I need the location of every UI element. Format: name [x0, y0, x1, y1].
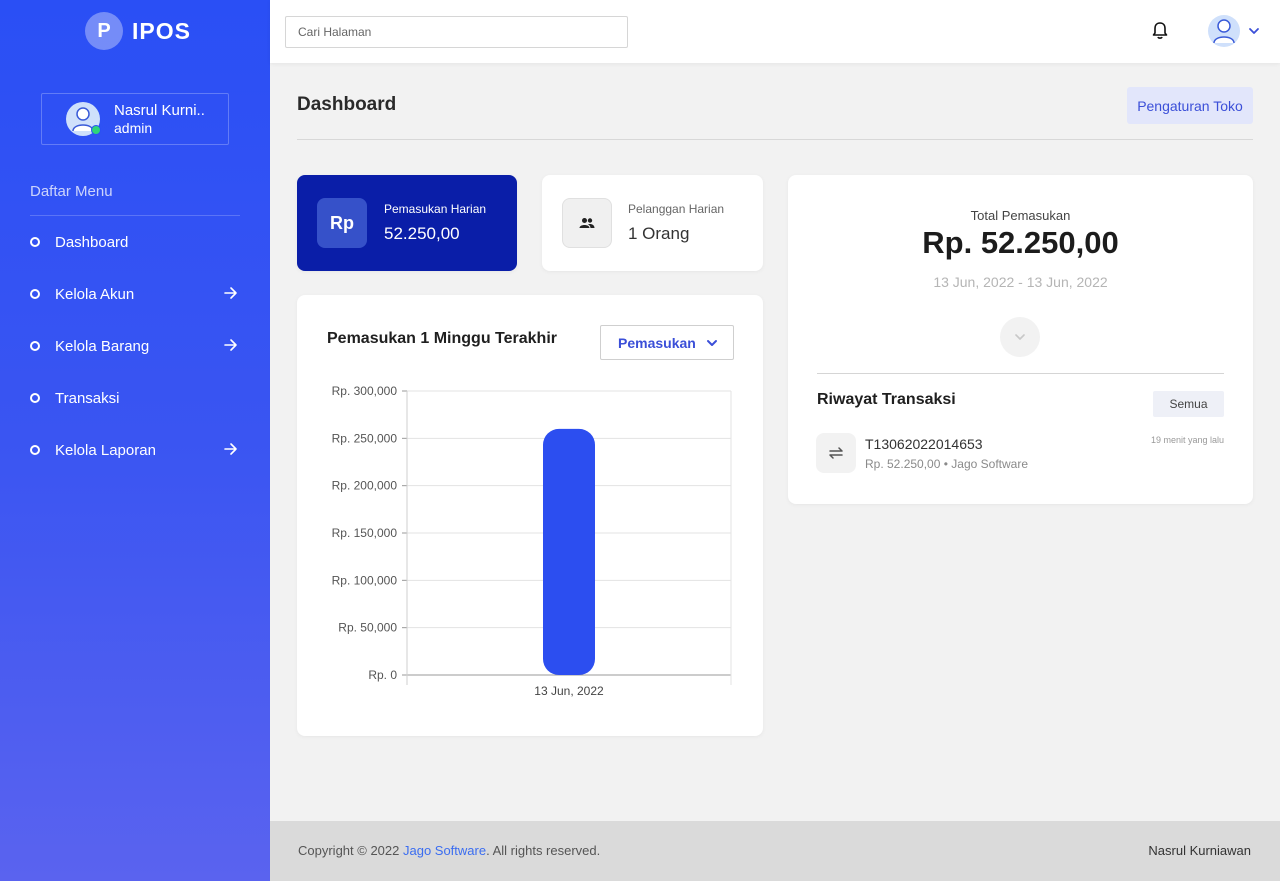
- daily-customer-label: Pelanggan Harian: [628, 202, 725, 216]
- online-status-dot: [91, 125, 101, 135]
- sidebar-item-transaksi[interactable]: Transaksi: [30, 383, 240, 413]
- card-divider: [817, 373, 1224, 374]
- copyright-prefix: Copyright © 2022: [298, 843, 403, 858]
- chevron-down-icon[interactable]: [1248, 26, 1260, 36]
- bell-icon[interactable]: [1152, 21, 1168, 40]
- menu-title: Daftar Menu: [30, 183, 113, 200]
- store-settings-button[interactable]: Pengaturan Toko: [1127, 87, 1253, 124]
- app-logo[interactable]: P IPOS: [85, 12, 191, 50]
- company-link[interactable]: Jago Software: [403, 843, 486, 858]
- chart-title: Pemasukan 1 Minggu Terakhir: [327, 330, 557, 347]
- sidebar-item-kelola-laporan[interactable]: Kelola Laporan: [30, 435, 240, 465]
- date-range: 13 Jun, 2022 - 13 Jun, 2022: [933, 274, 1108, 290]
- transaction-time: 19 menit yang lalu: [1150, 435, 1224, 445]
- bullet-icon: [30, 393, 40, 403]
- footer-author: Nasrul Kurniawan: [1148, 843, 1251, 858]
- bullet-icon: [30, 237, 40, 247]
- chevron-down-icon: [1015, 334, 1025, 340]
- copyright-text: Copyright © 2022 Jago Software. All righ…: [298, 843, 600, 858]
- logo-badge: P: [85, 12, 123, 50]
- chevron-down-icon: [706, 339, 717, 346]
- arrow-right-icon: [224, 443, 237, 455]
- x-tick-label: 13 Jun, 2022: [534, 684, 604, 698]
- daily-customer-card: Pelanggan Harian 1 Orang: [542, 175, 763, 271]
- daily-income-card: Rp Pemasukan Harian 52.250,00: [297, 175, 517, 271]
- user-avatar-icon: [1213, 19, 1235, 44]
- sidebar: P IPOS Nasrul Kurni.. admin Daftar Menu …: [0, 0, 270, 881]
- arrow-right-icon: [224, 287, 237, 299]
- sidebar-item-kelola-barang[interactable]: Kelola Barang: [30, 331, 240, 361]
- weekly-income-chart: Rp. 0 Rp. 50,000 Rp. 100,000 Rp. 150,000 Rp.…: [332, 384, 732, 698]
- transfer-icon: [816, 433, 856, 473]
- footer: Copyright © 2022 Jago Software. All righ…: [270, 821, 1280, 881]
- sidebar-item-label: Dashboard: [55, 233, 129, 251]
- bullet-icon: [30, 289, 40, 299]
- account-avatar[interactable]: [1208, 15, 1240, 47]
- daily-income-value: 52.250,00: [384, 224, 460, 243]
- y-tick-label: Rp. 150,000: [332, 526, 398, 540]
- y-tick-label: Rp. 100,000: [332, 573, 398, 587]
- transaction-details: Rp. 52.250,00 • Jago Software: [865, 457, 1028, 471]
- chart-bar: [543, 428, 595, 675]
- title-divider: [297, 139, 1253, 140]
- user-profile-box[interactable]: Nasrul Kurni.. admin: [41, 93, 229, 145]
- sidebar-item-label: Kelola Akun: [55, 285, 135, 303]
- total-income-label: Total Pemasukan: [970, 208, 1071, 223]
- weekly-income-chart-card: Rp. 0 Rp. 50,000 Rp. 100,000 Rp. 150,000 Rp.…: [297, 295, 763, 736]
- transaction-history-title: Riwayat Transaksi: [817, 391, 956, 408]
- page-title: Dashboard: [297, 94, 397, 115]
- menu-divider: [30, 215, 240, 216]
- user-name: Nasrul Kurni..: [114, 101, 205, 119]
- chart-metric-value: Pemasukan: [618, 334, 696, 351]
- total-income-card: Total Pemasukan Rp. 52.250,00 13 Jun, 20…: [788, 175, 1253, 504]
- daily-income-label: Pemasukan Harian: [384, 202, 487, 216]
- y-tick-label: Rp. 0: [368, 668, 397, 682]
- sidebar-item-dashboard[interactable]: Dashboard: [30, 227, 240, 257]
- transaction-amount: Rp. 52.250,00: [865, 457, 941, 471]
- user-role: admin: [114, 119, 153, 136]
- chart-metric-select[interactable]: Pemasukan: [600, 325, 734, 360]
- rupiah-icon: Rp: [317, 198, 367, 248]
- sidebar-item-kelola-akun[interactable]: Kelola Akun: [30, 279, 240, 309]
- expand-button[interactable]: [1000, 317, 1040, 357]
- transaction-id: T13062022014653: [865, 436, 983, 452]
- topbar: [270, 0, 1280, 63]
- arrow-right-icon: [224, 339, 237, 351]
- daily-customer-value: 1 Orang: [628, 224, 690, 243]
- copyright-suffix: . All rights reserved.: [486, 843, 601, 858]
- y-tick-label: Rp. 250,000: [332, 431, 398, 445]
- search-input[interactable]: [285, 16, 628, 48]
- users-icon: [562, 198, 612, 248]
- user-avatar: [66, 102, 101, 136]
- sidebar-item-label: Kelola Barang: [55, 337, 150, 355]
- sidebar-item-label: Kelola Laporan: [55, 441, 156, 459]
- y-tick-label: Rp. 300,000: [332, 384, 398, 398]
- sidebar-item-label: Transaksi: [55, 389, 120, 407]
- transaction-store: Jago Software: [951, 457, 1029, 471]
- app-name: IPOS: [132, 17, 191, 44]
- total-income-value: Rp. 52.250,00: [922, 225, 1119, 260]
- view-all-button[interactable]: Semua: [1153, 391, 1224, 417]
- bullet-icon: [30, 341, 40, 351]
- y-tick-label: Rp. 200,000: [332, 479, 398, 493]
- bullet-icon: [30, 445, 40, 455]
- y-tick-label: Rp. 50,000: [338, 621, 397, 635]
